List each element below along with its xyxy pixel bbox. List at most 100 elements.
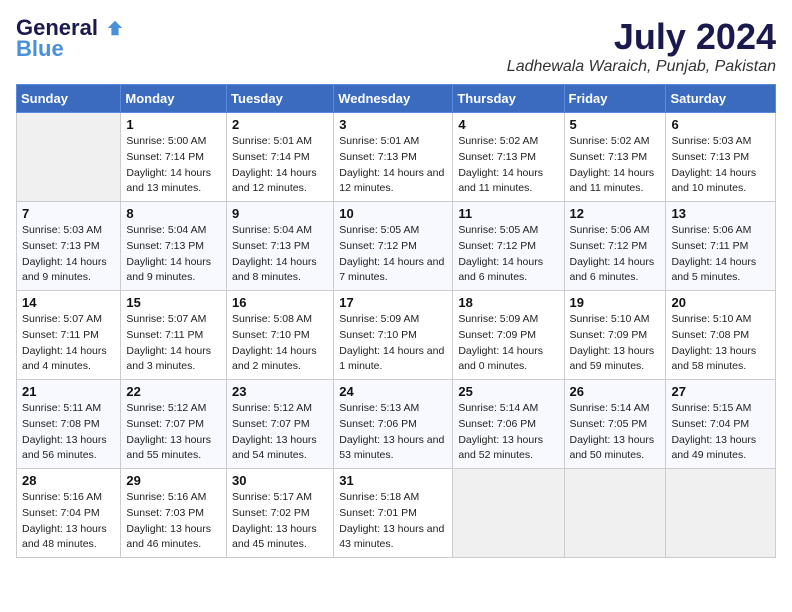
calendar-cell: 2 Sunrise: 5:01 AM Sunset: 7:14 PM Dayli… (227, 113, 334, 202)
week-row-2: 7 Sunrise: 5:03 AM Sunset: 7:13 PM Dayli… (17, 202, 776, 291)
sunset-text: Sunset: 7:11 PM (671, 240, 748, 252)
sunset-text: Sunset: 7:07 PM (126, 418, 204, 430)
day-number: 20 (671, 295, 770, 310)
calendar-cell: 8 Sunrise: 5:04 AM Sunset: 7:13 PM Dayli… (121, 202, 227, 291)
sunrise-text: Sunrise: 5:11 AM (22, 402, 101, 414)
daylight-text: Daylight: 13 hours and 46 minutes. (126, 523, 211, 551)
month-title: July 2024 (507, 16, 776, 58)
calendar-cell: 22 Sunrise: 5:12 AM Sunset: 7:07 PM Dayl… (121, 380, 227, 469)
calendar-cell: 18 Sunrise: 5:09 AM Sunset: 7:09 PM Dayl… (453, 291, 564, 380)
daylight-text: Daylight: 14 hours and 7 minutes. (339, 256, 444, 284)
sunrise-text: Sunrise: 5:06 AM (671, 224, 751, 236)
sunrise-text: Sunrise: 5:17 AM (232, 491, 312, 503)
calendar-cell (453, 469, 564, 558)
week-row-5: 28 Sunrise: 5:16 AM Sunset: 7:04 PM Dayl… (17, 469, 776, 558)
calendar-cell: 11 Sunrise: 5:05 AM Sunset: 7:12 PM Dayl… (453, 202, 564, 291)
cell-info: Sunrise: 5:04 AM Sunset: 7:13 PM Dayligh… (232, 223, 328, 286)
sunset-text: Sunset: 7:13 PM (458, 151, 536, 163)
calendar-cell: 16 Sunrise: 5:08 AM Sunset: 7:10 PM Dayl… (227, 291, 334, 380)
day-number: 17 (339, 295, 447, 310)
cell-info: Sunrise: 5:06 AM Sunset: 7:12 PM Dayligh… (570, 223, 661, 286)
sunrise-text: Sunrise: 5:10 AM (570, 313, 650, 325)
week-row-3: 14 Sunrise: 5:07 AM Sunset: 7:11 PM Dayl… (17, 291, 776, 380)
day-number: 4 (458, 117, 558, 132)
day-number: 19 (570, 295, 661, 310)
calendar-cell: 31 Sunrise: 5:18 AM Sunset: 7:01 PM Dayl… (334, 469, 453, 558)
day-number: 14 (22, 295, 115, 310)
column-header-sunday: Sunday (17, 85, 121, 113)
sunrise-text: Sunrise: 5:01 AM (339, 135, 419, 147)
day-number: 12 (570, 206, 661, 221)
daylight-text: Daylight: 14 hours and 10 minutes. (671, 167, 756, 195)
sunset-text: Sunset: 7:10 PM (232, 329, 310, 341)
day-number: 10 (339, 206, 447, 221)
calendar-cell: 21 Sunrise: 5:11 AM Sunset: 7:08 PM Dayl… (17, 380, 121, 469)
cell-info: Sunrise: 5:15 AM Sunset: 7:04 PM Dayligh… (671, 401, 770, 464)
calendar-cell: 6 Sunrise: 5:03 AM Sunset: 7:13 PM Dayli… (666, 113, 776, 202)
calendar-cell: 25 Sunrise: 5:14 AM Sunset: 7:06 PM Dayl… (453, 380, 564, 469)
calendar-cell: 23 Sunrise: 5:12 AM Sunset: 7:07 PM Dayl… (227, 380, 334, 469)
calendar-cell: 29 Sunrise: 5:16 AM Sunset: 7:03 PM Dayl… (121, 469, 227, 558)
sunrise-text: Sunrise: 5:05 AM (458, 224, 538, 236)
cell-info: Sunrise: 5:03 AM Sunset: 7:13 PM Dayligh… (22, 223, 115, 286)
cell-info: Sunrise: 5:12 AM Sunset: 7:07 PM Dayligh… (232, 401, 328, 464)
day-number: 5 (570, 117, 661, 132)
day-number: 6 (671, 117, 770, 132)
cell-info: Sunrise: 5:14 AM Sunset: 7:06 PM Dayligh… (458, 401, 558, 464)
daylight-text: Daylight: 14 hours and 5 minutes. (671, 256, 756, 284)
day-number: 13 (671, 206, 770, 221)
sunset-text: Sunset: 7:09 PM (458, 329, 536, 341)
daylight-text: Daylight: 13 hours and 50 minutes. (570, 434, 655, 462)
calendar-cell: 27 Sunrise: 5:15 AM Sunset: 7:04 PM Dayl… (666, 380, 776, 469)
calendar-cell (666, 469, 776, 558)
sunset-text: Sunset: 7:09 PM (570, 329, 648, 341)
day-number: 31 (339, 473, 447, 488)
cell-info: Sunrise: 5:01 AM Sunset: 7:13 PM Dayligh… (339, 134, 447, 197)
sunset-text: Sunset: 7:13 PM (339, 151, 417, 163)
cell-info: Sunrise: 5:03 AM Sunset: 7:13 PM Dayligh… (671, 134, 770, 197)
column-header-thursday: Thursday (453, 85, 564, 113)
sunset-text: Sunset: 7:03 PM (126, 507, 204, 519)
sunrise-text: Sunrise: 5:07 AM (126, 313, 206, 325)
day-number: 30 (232, 473, 328, 488)
sunset-text: Sunset: 7:12 PM (570, 240, 648, 252)
sunset-text: Sunset: 7:02 PM (232, 507, 310, 519)
day-number: 24 (339, 384, 447, 399)
sunset-text: Sunset: 7:12 PM (339, 240, 417, 252)
day-number: 1 (126, 117, 221, 132)
day-number: 7 (22, 206, 115, 221)
cell-info: Sunrise: 5:17 AM Sunset: 7:02 PM Dayligh… (232, 490, 328, 553)
cell-info: Sunrise: 5:08 AM Sunset: 7:10 PM Dayligh… (232, 312, 328, 375)
cell-info: Sunrise: 5:12 AM Sunset: 7:07 PM Dayligh… (126, 401, 221, 464)
calendar-cell: 5 Sunrise: 5:02 AM Sunset: 7:13 PM Dayli… (564, 113, 666, 202)
cell-info: Sunrise: 5:02 AM Sunset: 7:13 PM Dayligh… (570, 134, 661, 197)
sunset-text: Sunset: 7:13 PM (126, 240, 204, 252)
sunrise-text: Sunrise: 5:13 AM (339, 402, 419, 414)
sunset-text: Sunset: 7:06 PM (339, 418, 417, 430)
calendar-cell: 14 Sunrise: 5:07 AM Sunset: 7:11 PM Dayl… (17, 291, 121, 380)
day-number: 22 (126, 384, 221, 399)
sunrise-text: Sunrise: 5:16 AM (22, 491, 102, 503)
sunrise-text: Sunrise: 5:12 AM (126, 402, 206, 414)
daylight-text: Daylight: 14 hours and 0 minutes. (458, 345, 543, 373)
cell-info: Sunrise: 5:01 AM Sunset: 7:14 PM Dayligh… (232, 134, 328, 197)
sunrise-text: Sunrise: 5:09 AM (458, 313, 538, 325)
sunset-text: Sunset: 7:14 PM (126, 151, 204, 163)
cell-info: Sunrise: 5:07 AM Sunset: 7:11 PM Dayligh… (22, 312, 115, 375)
calendar-cell: 9 Sunrise: 5:04 AM Sunset: 7:13 PM Dayli… (227, 202, 334, 291)
daylight-text: Daylight: 14 hours and 11 minutes. (570, 167, 655, 195)
calendar-cell: 4 Sunrise: 5:02 AM Sunset: 7:13 PM Dayli… (453, 113, 564, 202)
calendar-cell (564, 469, 666, 558)
day-number: 28 (22, 473, 115, 488)
daylight-text: Daylight: 14 hours and 2 minutes. (232, 345, 317, 373)
sunset-text: Sunset: 7:13 PM (22, 240, 100, 252)
sunrise-text: Sunrise: 5:03 AM (22, 224, 102, 236)
day-number: 9 (232, 206, 328, 221)
calendar-cell: 20 Sunrise: 5:10 AM Sunset: 7:08 PM Dayl… (666, 291, 776, 380)
sunset-text: Sunset: 7:14 PM (232, 151, 310, 163)
sunrise-text: Sunrise: 5:02 AM (458, 135, 538, 147)
sunset-text: Sunset: 7:08 PM (22, 418, 100, 430)
sunrise-text: Sunrise: 5:15 AM (671, 402, 751, 414)
day-number: 23 (232, 384, 328, 399)
title-block: July 2024 Ladhewala Waraich, Punjab, Pak… (507, 16, 776, 76)
